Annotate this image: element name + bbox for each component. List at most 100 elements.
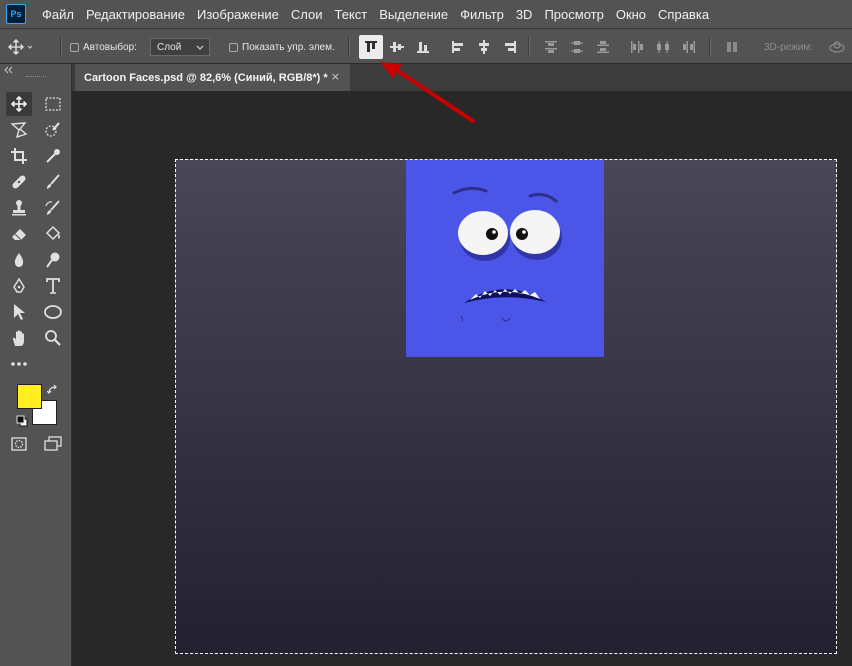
tool-brush[interactable] (40, 170, 66, 194)
history-brush-icon (45, 200, 60, 215)
close-icon[interactable]: × (331, 70, 340, 83)
separator (60, 37, 62, 57)
menu-select[interactable]: Выделение (373, 7, 454, 22)
type-icon (46, 278, 60, 294)
tool-paint-bucket[interactable] (40, 222, 66, 246)
screen-mode-button[interactable] (40, 432, 66, 456)
menu-window[interactable]: Окно (610, 7, 652, 22)
menu-layers[interactable]: Слои (285, 7, 329, 22)
eyedropper-icon (46, 149, 60, 163)
tool-blur[interactable] (6, 248, 32, 272)
panel-grip[interactable] (26, 76, 46, 79)
eraser-icon (12, 229, 26, 241)
autoselect-checkbox[interactable]: Автовыбор: (70, 29, 137, 65)
tool-eraser[interactable] (6, 222, 32, 246)
menu-edit[interactable]: Редактирование (80, 7, 191, 22)
lasso-icon (10, 122, 28, 139)
document-tab[interactable]: Cartoon Faces.psd @ 82,6% (Синий, RGB/8*… (75, 64, 350, 91)
align-bottom-icon (417, 42, 429, 53)
separator (348, 37, 350, 57)
collapse-panel-icon[interactable] (4, 66, 14, 74)
threed-orbit-button[interactable] (826, 35, 848, 59)
tool-history-brush[interactable] (40, 196, 66, 220)
menu-view[interactable]: Просмотр (538, 7, 609, 22)
threed-mode: 3D-режим: (764, 29, 813, 65)
auto-align-button[interactable] (720, 35, 744, 59)
distribute-top-button[interactable] (539, 35, 563, 59)
align-vcenter-button[interactable] (385, 35, 409, 59)
brush-icon (47, 174, 60, 189)
menu-filter[interactable]: Фильтр (454, 7, 510, 22)
threed-mode-label: 3D-режим: (764, 41, 814, 53)
ellipse-icon (44, 305, 62, 319)
tool-crop[interactable] (6, 144, 32, 168)
distribute-left-button[interactable] (625, 35, 649, 59)
menu-image[interactable]: Изображение (191, 7, 285, 22)
dist-right-icon (683, 41, 695, 53)
tool-ellipse[interactable] (40, 300, 66, 324)
menu-3d[interactable]: 3D (510, 7, 539, 22)
dist-top-icon (545, 41, 557, 53)
tool-rect-marquee[interactable] (40, 92, 66, 116)
crop-icon (11, 148, 27, 164)
distribute-bottom-button[interactable] (591, 35, 615, 59)
blur-icon (14, 253, 24, 267)
dist-left-icon (631, 41, 643, 53)
tool-clone-stamp[interactable] (6, 196, 32, 220)
default-colors-icon[interactable] (16, 415, 28, 427)
menu-file[interactable]: Файл (36, 7, 80, 22)
auto-align-icon (727, 42, 737, 52)
dist-vcenter-icon (571, 41, 583, 53)
distribute-hcenter-button[interactable] (651, 35, 675, 59)
align-right-button[interactable] (498, 35, 522, 59)
foreground-color-swatch[interactable] (17, 384, 42, 409)
selection-marquee (175, 159, 837, 654)
tool-hand[interactable] (6, 326, 32, 350)
align-hcenter-icon (479, 40, 489, 54)
tool-pen[interactable] (6, 274, 32, 298)
menu-bar: Ps Файл Редактирование Изображение Слои … (0, 0, 852, 28)
align-bottom-button[interactable] (411, 35, 435, 59)
separator (709, 37, 711, 57)
align-vcenter-icon (390, 42, 404, 52)
document-tab-bar: Cartoon Faces.psd @ 82,6% (Синий, RGB/8*… (72, 64, 852, 91)
tool-preset-picker[interactable] (4, 29, 34, 65)
tool-path-select[interactable] (6, 300, 32, 324)
menu-type[interactable]: Текст (329, 7, 374, 22)
tool-move[interactable] (6, 92, 32, 116)
align-right-icon (505, 41, 516, 53)
toolbox (0, 64, 72, 666)
tool-lasso[interactable] (6, 118, 32, 142)
tool-eyedropper[interactable] (40, 144, 66, 168)
autoselect-dropdown[interactable]: Слой (150, 38, 210, 56)
distribute-vcenter-button[interactable] (565, 35, 589, 59)
menu-help[interactable]: Справка (652, 7, 715, 22)
tool-dodge[interactable] (40, 248, 66, 272)
tool-more[interactable] (6, 352, 32, 376)
show-transform-label: Показать упр. элем. (242, 41, 335, 53)
screen-mode-icon (44, 436, 62, 451)
swap-colors-icon[interactable] (47, 384, 59, 396)
path-select-icon (14, 304, 25, 320)
zoom-icon (45, 330, 61, 346)
chevron-down-icon (196, 45, 204, 50)
distribute-right-button[interactable] (677, 35, 701, 59)
quick-mask-icon (11, 437, 27, 451)
align-left-button[interactable] (446, 35, 470, 59)
align-left-icon (452, 41, 463, 53)
tool-quick-select[interactable] (40, 118, 66, 142)
align-hcenter-button[interactable] (472, 35, 496, 59)
quick-mask-button[interactable] (6, 432, 32, 456)
checkbox-icon (70, 42, 79, 52)
tool-zoom[interactable] (40, 326, 66, 350)
options-bar: Автовыбор: Слой Показать упр. элем. 3D-р… (0, 28, 852, 64)
tool-healing[interactable] (6, 170, 32, 194)
move-icon (10, 95, 28, 113)
autoselect-value: Слой (157, 41, 182, 53)
more-icon (11, 362, 27, 366)
show-transform-checkbox[interactable]: Показать упр. элем. (229, 29, 335, 65)
align-top-icon (365, 41, 377, 52)
tool-type[interactable] (40, 274, 66, 298)
align-top-button[interactable] (359, 35, 383, 59)
rect-marquee-icon (45, 97, 61, 111)
